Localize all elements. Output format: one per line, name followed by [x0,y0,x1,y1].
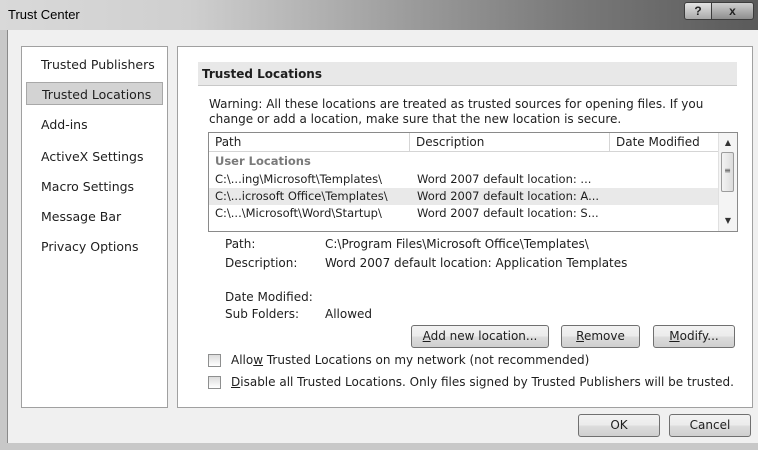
category-nav: Trusted Publishers Trusted Locations Add… [21,46,168,408]
allow-network-label[interactable]: Allow Trusted Locations on my network (n… [231,353,589,367]
column-header-date-modified[interactable]: Date Modified [610,133,720,152]
trusted-locations-panel: Trusted Locations Warning: All these loc… [177,46,753,408]
trust-center-dialog: Trust Center ? x Trusted Publishers Trus… [0,0,758,450]
nav-item-trusted-publishers[interactable]: Trusted Publishers [26,53,163,76]
nav-item-macro-settings[interactable]: Macro Settings [26,175,163,198]
section-header: Trusted Locations [198,62,737,86]
cell-path: C:\...icrosoft Office\Templates\ [215,189,388,203]
window-title: Trust Center [8,7,80,22]
scroll-up-arrow-icon[interactable]: ▲ [719,135,737,151]
cancel-button[interactable]: Cancel [669,414,751,437]
detail-path-value: C:\Program Files\Microsoft Office\Templa… [325,237,589,251]
ok-button[interactable]: OK [578,414,660,437]
detail-description-label: Description: [225,256,298,270]
nav-item-trusted-locations[interactable]: Trusted Locations [26,82,163,105]
cell-path: C:\...\Microsoft\Word\Startup\ [215,206,382,220]
table-row-selected[interactable]: C:\...icrosoft Office\Templates\ Word 20… [209,188,719,205]
column-header-description[interactable]: Description [410,133,610,152]
warning-text: Warning: All these locations are treated… [209,97,704,126]
nav-item-privacy-options[interactable]: Privacy Options [26,235,163,258]
cell-path: C:\...ing\Microsoft\Templates\ [215,172,382,186]
table-row[interactable]: C:\...\Microsoft\Word\Startup\ Word 2007… [209,205,719,222]
nav-item-add-ins[interactable]: Add-ins [26,113,163,136]
table-row[interactable]: C:\...ing\Microsoft\Templates\ Word 2007… [209,171,719,188]
detail-date-label: Date Modified: [225,290,313,304]
disable-all-checkbox[interactable] [208,376,221,389]
add-new-location-button[interactable]: Add new location... [411,325,549,348]
cell-description: Word 2007 default location: A... [417,189,600,203]
modify-button[interactable]: Modify... [653,325,735,348]
disable-all-label[interactable]: Disable all Trusted Locations. Only file… [231,375,734,389]
detail-subfolders-value: Allowed [325,307,373,321]
allow-network-checkbox[interactable] [208,354,221,367]
title-bar[interactable]: Trust Center ? x [0,0,758,30]
cell-description: Word 2007 default location: ... [417,172,592,186]
window-frame-left [0,30,8,450]
cell-description: Word 2007 default location: S... [417,206,599,220]
window-frame-bottom [0,443,758,450]
trusted-locations-list[interactable]: Path Description Date Modified User Loca… [208,132,738,232]
column-header-path[interactable]: Path [209,133,410,152]
scroll-thumb[interactable]: ≡ [721,152,734,192]
scroll-down-arrow-icon[interactable]: ▼ [719,213,737,229]
nav-item-message-bar[interactable]: Message Bar [26,205,163,228]
help-button[interactable]: ? [684,2,712,20]
section-title: Trusted Locations [202,67,322,81]
detail-path-label: Path: [225,237,256,251]
vertical-scrollbar[interactable]: ▲ ≡ ▼ [718,133,737,231]
close-button[interactable]: x [711,2,754,20]
group-label-user-locations: User Locations [215,154,311,168]
remove-button[interactable]: Remove [561,325,640,348]
nav-item-activex-settings[interactable]: ActiveX Settings [26,145,163,168]
detail-subfolders-label: Sub Folders: [225,307,300,321]
detail-description-value: Word 2007 default location: Application … [325,256,628,270]
